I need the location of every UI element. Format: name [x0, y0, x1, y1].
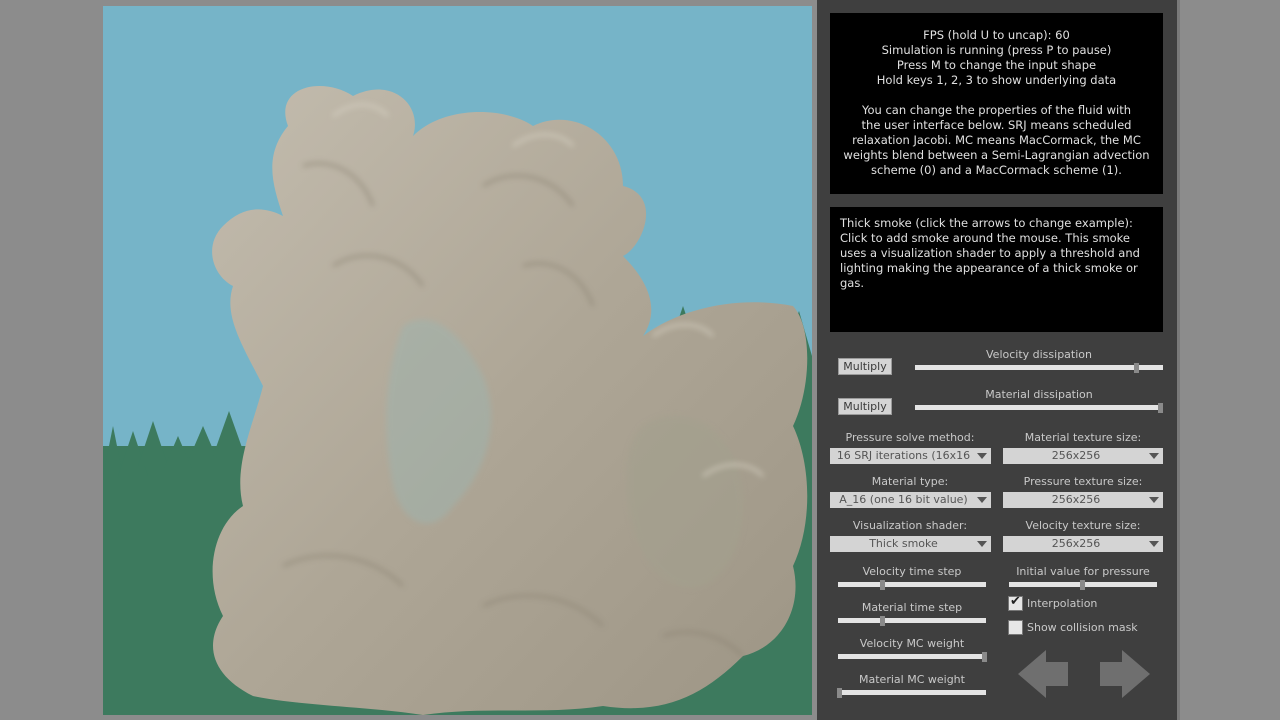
help-line: the user interface below. SRJ means sche… [861, 118, 1132, 132]
chevron-down-icon [1149, 497, 1159, 503]
desc-line: gas. [840, 276, 864, 290]
velocity-time-step-thumb[interactable] [880, 580, 885, 590]
data-hint: Hold keys 1, 2, 3 to show underlying dat… [876, 73, 1117, 87]
pressure-solve-value: 16 SRJ iterations (16x16 [836, 449, 971, 462]
pressure-solve-label: Pressure solve method: [845, 431, 975, 444]
smoke-scene [103, 6, 812, 715]
collision-mask-checkbox[interactable] [1008, 620, 1023, 635]
simulation-canvas[interactable] [103, 6, 812, 715]
material-texture-value: 256x256 [1051, 449, 1101, 462]
example-description: Thick smoke (click the arrows to change … [830, 207, 1163, 332]
fps-text: FPS (hold U to uncap): 60 [923, 28, 1070, 42]
chevron-down-icon [977, 497, 987, 503]
material-time-step-thumb[interactable] [880, 616, 885, 626]
material-type-dropdown[interactable]: A_16 (one 16 bit value) [830, 492, 991, 508]
velocity-mc-weight-thumb[interactable] [982, 652, 987, 662]
material-texture-label: Material texture size: [1024, 431, 1142, 444]
velocity-texture-dropdown[interactable]: 256x256 [1003, 536, 1163, 552]
velocity-mc-weight-label: Velocity MC weight [859, 637, 965, 650]
desc-line: uses a visualization shader to apply a t… [840, 246, 1140, 260]
desc-line: Click to add smoke around the mouse. Thi… [840, 231, 1131, 245]
arrow-right-icon[interactable] [1098, 650, 1150, 698]
material-time-step-label: Material time step [861, 601, 963, 614]
interpolation-checkbox[interactable]: ✔ [1008, 594, 1023, 611]
material-type-value: A_16 (one 16 bit value) [839, 493, 968, 506]
material-type-label: Material type: [871, 475, 949, 488]
desc-line: Thick smoke (click the arrows to change … [840, 216, 1133, 230]
check-icon: ✔ [1010, 594, 1021, 609]
pressure-texture-value: 256x256 [1051, 493, 1101, 506]
velocity-dissipation-thumb[interactable] [1134, 363, 1139, 373]
material-dissipation-slider[interactable] [915, 405, 1163, 410]
arrow-left-icon[interactable] [1018, 650, 1070, 698]
help-line: You can change the properties of the flu… [862, 103, 1131, 117]
chevron-down-icon [1149, 453, 1159, 459]
velocity-multiply-button[interactable]: Multiply [838, 358, 892, 375]
shape-hint: Press M to change the input shape [896, 58, 1097, 72]
velocity-texture-value: 256x256 [1051, 537, 1101, 550]
help-line: weights blend between a Semi-Lagrangian … [843, 148, 1150, 162]
initial-pressure-label: Initial value for pressure [1016, 565, 1150, 578]
material-mc-weight-label: Material MC weight [859, 673, 965, 686]
info-box: FPS (hold U to uncap): 60 Simulation is … [830, 13, 1163, 194]
material-dissipation-thumb[interactable] [1158, 403, 1163, 413]
material-texture-dropdown[interactable]: 256x256 [1003, 448, 1163, 464]
chevron-down-icon [1149, 541, 1159, 547]
velocity-time-step-label: Velocity time step [862, 565, 962, 578]
control-panel: FPS (hold U to uncap): 60 Simulation is … [817, 0, 1177, 720]
pressure-texture-label: Pressure texture size: [1023, 475, 1143, 488]
pressure-texture-dropdown[interactable]: 256x256 [1003, 492, 1163, 508]
initial-pressure-thumb[interactable] [1080, 580, 1085, 590]
material-mc-weight-slider[interactable] [838, 690, 986, 695]
desc-line: lighting making the appearance of a thic… [840, 261, 1138, 275]
material-dissipation-label: Material dissipation [985, 388, 1093, 401]
status-text: Simulation is running (press P to pause) [881, 43, 1112, 57]
pressure-solve-dropdown[interactable]: 16 SRJ iterations (16x16 [830, 448, 991, 464]
material-time-step-slider[interactable] [838, 618, 986, 623]
panel-edge [1177, 0, 1180, 720]
vis-shader-dropdown[interactable]: Thick smoke [830, 536, 991, 552]
velocity-dissipation-slider[interactable] [915, 365, 1163, 370]
interpolation-label: Interpolation [1027, 597, 1098, 610]
help-line: relaxation Jacobi. MC means MacCormack, … [852, 133, 1141, 147]
vis-shader-value: Thick smoke [869, 537, 938, 550]
vis-shader-label: Visualization shader: [852, 519, 968, 532]
collision-mask-label: Show collision mask [1027, 621, 1138, 634]
chevron-down-icon [977, 541, 987, 547]
velocity-texture-label: Velocity texture size: [1025, 519, 1141, 532]
material-mc-weight-thumb[interactable] [837, 688, 842, 698]
help-line: scheme (0) and a MacCormack scheme (1). [871, 163, 1122, 177]
material-multiply-button[interactable]: Multiply [838, 398, 892, 415]
velocity-dissipation-label: Velocity dissipation [986, 348, 1092, 361]
velocity-time-step-slider[interactable] [838, 582, 986, 587]
velocity-mc-weight-slider[interactable] [838, 654, 986, 659]
chevron-down-icon [977, 453, 987, 459]
